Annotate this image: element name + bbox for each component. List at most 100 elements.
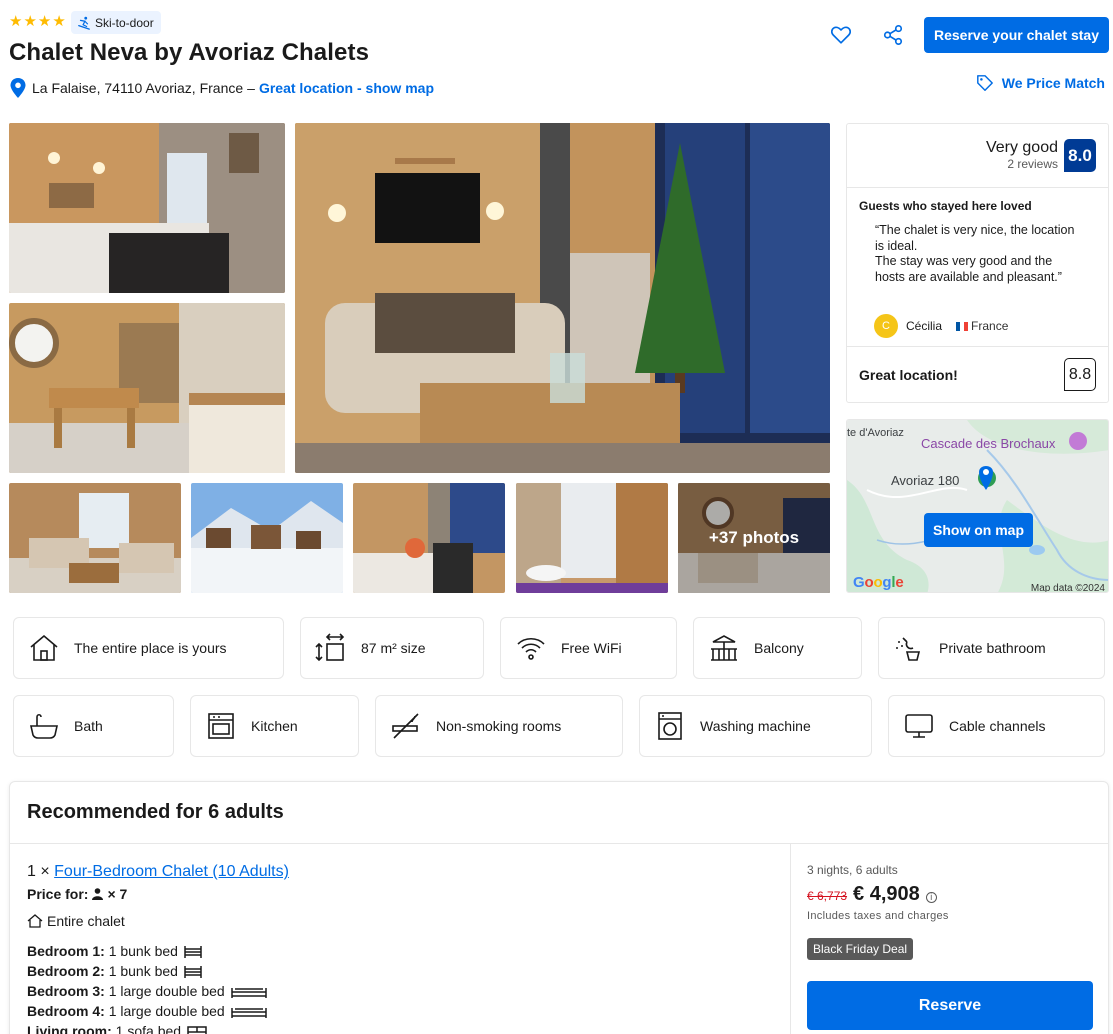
map-label: te d'Avoriaz [847,427,904,439]
taxes-note: Includes taxes and charges [807,910,949,922]
guest-count: × 7 [107,886,128,902]
ski-to-door-badge[interactable]: Ski-to-door [71,11,161,34]
no-smoking-icon [392,713,419,739]
show-on-map-button[interactable]: Show on map [924,513,1033,547]
location-score-label: Great location! [859,367,958,383]
recommended-section: Recommended for 6 adults 1 × Four-Bedroo… [9,781,1109,1034]
facility-non-smoking[interactable]: Non-smoking rooms [375,695,623,757]
divider [10,843,1108,844]
author-country: France [950,319,1008,333]
review-score-header[interactable]: Very good 2 reviews 8.0 [986,139,1096,172]
location-score-badge: 8.8 [1064,358,1096,391]
price-match-label: We Price Match [1001,75,1105,91]
facility-bath[interactable]: Bath [13,695,174,757]
room-name-link[interactable]: Four-Bedroom Chalet (10 Adults) [54,863,289,880]
star-icon: ★ [9,13,23,30]
facility-label: 87 m² size [361,640,426,656]
facility-label: Private bathroom [939,640,1046,656]
facility-label: Free WiFi [561,640,622,656]
facility-kitchen[interactable]: Kitchen [190,695,359,757]
address-separator: – [247,80,255,96]
star-icon: ★ [52,13,66,30]
wifi-icon [517,637,545,660]
map-pin-icon [10,78,26,98]
photo-lounge[interactable] [9,483,181,593]
price-for-label: Price for: [27,886,89,902]
original-price: € 6,773 [807,889,848,903]
facility-cable-channels[interactable]: Cable channels [888,695,1105,757]
review-verdict: Very good [985,139,1058,156]
author-name: Cécilia [906,319,943,333]
reserve-chalet-button[interactable]: Reserve your chalet stay [924,17,1109,53]
facility-label: The entire place is yours [74,640,227,656]
reserve-button[interactable]: Reserve [807,981,1093,1030]
share-icon[interactable] [882,24,904,46]
price-match-link[interactable]: We Price Match [976,74,1105,92]
address-line: La Falaise, 74110 Avoriaz, France – Grea… [10,78,434,98]
room-line: 1 × Four-Bedroom Chalet (10 Adults) [27,863,289,881]
bed-list: Bedroom 1: 1 bunk bed Bedroom 2: 1 bunk … [27,941,267,1034]
bed-item: Bedroom 4: 1 large double bed [27,1001,267,1021]
tv-icon [905,714,933,738]
info-icon[interactable]: i [925,891,937,903]
photo-dining-area[interactable] [9,303,285,473]
photo-bathroom[interactable] [516,483,668,593]
entire-chalet: Entire chalet [27,913,125,929]
review-count: 2 reviews [1007,157,1058,171]
current-price: € 4,908 [853,883,920,905]
facility-balcony[interactable]: Balcony [693,617,862,679]
more-photos-overlay[interactable]: +37 photos [678,483,830,593]
review-quote-line: The stay was very good and the hosts are… [875,254,1062,284]
stay-summary: 3 nights, 6 adults [807,863,898,877]
shower-icon [896,637,921,661]
facility-washing-machine[interactable]: Washing machine [639,695,872,757]
price-block: € 6,773 € 4,908 i [807,883,937,906]
oven-icon [208,713,234,739]
facility-wifi[interactable]: Free WiFi [500,617,677,679]
sofa-bed-icon [187,1026,207,1034]
resize-icon [315,633,345,662]
star-icon: ★ [23,13,37,30]
france-flag-icon [956,322,969,332]
ski-badge-label: Ski-to-door [95,15,154,30]
person-icon [92,888,104,900]
tag-icon [976,75,993,91]
photo-bedroom-2[interactable] [353,483,505,593]
facility-private-bathroom[interactable]: Private bathroom [878,617,1105,679]
review-quote: “The chalet is very nice, the location i… [875,223,1080,285]
skier-icon [78,16,90,30]
review-author: C Cécilia France [874,314,1008,338]
google-logo: Google [853,574,904,591]
map-data-attribution: Map data ©2024 [1030,583,1105,593]
page-title: Chalet Neva by Avoriaz Chalets [9,39,370,66]
bunk-bed-icon [184,966,202,979]
deal-badge: Black Friday Deal [807,938,914,960]
house-icon [30,634,58,661]
facility-label: Bath [74,718,103,734]
star-rating: ★ ★ ★ ★ [9,14,66,30]
map-preview[interactable]: te d'Avoriaz Cascade des Brochaux Avoria… [846,419,1109,593]
facility-label: Kitchen [251,718,298,734]
bed-item: Bedroom 1: 1 bunk bed [27,941,267,961]
avatar: C [874,314,898,338]
photo-snow-view[interactable] [191,483,343,593]
photo-living-room-main[interactable] [295,123,830,473]
photo-bedroom[interactable] [9,123,285,293]
bed-item: Bedroom 3: 1 large double bed [27,981,267,1001]
facility-size[interactable]: 87 m² size [300,617,484,679]
heart-icon[interactable] [830,24,852,46]
review-score-badge: 8.0 [1064,139,1096,172]
facility-entire-place[interactable]: The entire place is yours [13,617,284,679]
show-map-link[interactable]: Great location - show map [259,80,434,96]
divider [847,187,1108,188]
divider [790,843,791,1034]
divider [847,346,1108,347]
guests-loved-heading: Guests who stayed here loved [859,199,1032,213]
bunk-bed-icon [184,946,202,959]
review-summary-card: Very good 2 reviews 8.0 Guests who staye… [846,123,1109,403]
facility-label: Non-smoking rooms [436,718,562,734]
bathtub-icon [30,713,58,739]
facility-label: Balcony [754,640,804,656]
bed-item: Living room: 1 sofa bed [27,1021,267,1034]
double-bed-icon [230,1008,267,1019]
